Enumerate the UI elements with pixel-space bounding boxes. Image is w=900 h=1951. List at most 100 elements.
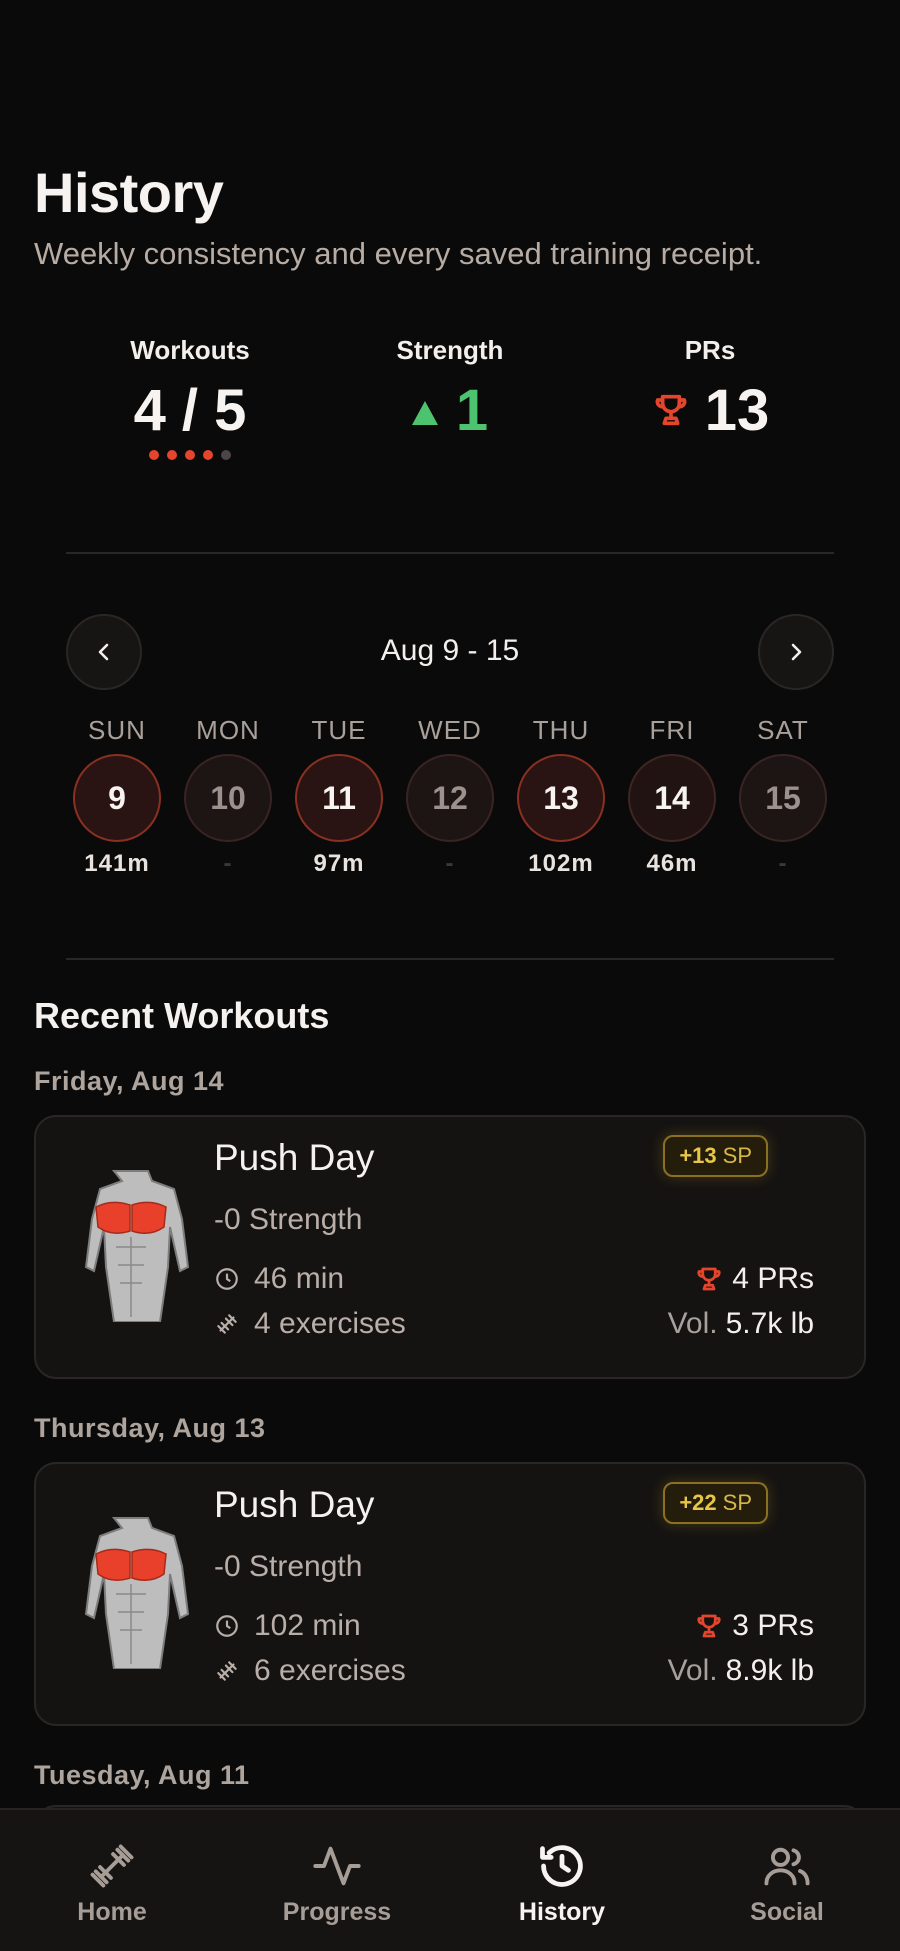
day-fri[interactable]: FRI 14 46m [622, 715, 722, 880]
volume-value: 8.9k lb [725, 1654, 814, 1687]
day-date: 11 [295, 754, 383, 842]
stat-prs-value-row: 13 [590, 377, 830, 443]
week-navigator: Aug 9 - 15 [66, 614, 834, 690]
volume-value: 5.7k lb [725, 1307, 814, 1340]
workout-volume: Vol. 5.7k lb [668, 1307, 814, 1341]
day-minutes: 141m [84, 850, 150, 877]
sp-badge: +22 SP [663, 1482, 768, 1524]
clock-icon [216, 1615, 238, 1637]
sp-unit: SP [722, 1143, 752, 1168]
dumbbell-icon [217, 1661, 237, 1681]
workout-exercises: 4 exercises [254, 1307, 406, 1340]
day-minutes: 97m [313, 850, 365, 877]
date-label: Friday, Aug 14 [34, 1066, 225, 1096]
day-name: FRI [649, 715, 695, 745]
workout-strength: -0 Strength [214, 1550, 363, 1583]
workout-exercises: 6 exercises [254, 1654, 406, 1687]
day-mon[interactable]: MON 10 - [178, 715, 278, 880]
muscle-map-chest [84, 1170, 190, 1322]
day-minutes: - [223, 850, 233, 877]
day-tue[interactable]: TUE 11 97m [289, 715, 389, 880]
day-date: 12 [406, 754, 494, 842]
stat-strength-value: 1 [455, 377, 489, 443]
dumbbell-icon [217, 1314, 237, 1334]
week-range: Aug 9 - 15 [380, 634, 520, 667]
chevron-right-icon [791, 643, 802, 661]
stat-workouts-label: Workouts [130, 335, 250, 365]
muscle-map-chest [84, 1517, 190, 1669]
divider [66, 958, 834, 960]
week-days: SUN 9 141m MON 10 - TUE 11 97m WED 12 - … [0, 715, 900, 890]
tab-label: Progress [282, 1898, 392, 1926]
stat-strength-value-row: 1 [330, 377, 570, 443]
day-date: 14 [628, 754, 716, 842]
sp-unit: SP [722, 1490, 752, 1515]
workout-duration-row: 102 min [214, 1609, 361, 1643]
workout-card[interactable]: Push Day -0 Strength 102 min 6 exercises… [34, 1462, 866, 1726]
sp-value: +13 [679, 1143, 717, 1168]
day-sun[interactable]: SUN 9 141m [67, 715, 167, 880]
workout-progress-dots [70, 450, 310, 460]
next-week-button[interactable] [758, 614, 834, 690]
day-minutes: - [778, 850, 788, 877]
workout-exercises-row: 6 exercises [214, 1654, 406, 1688]
workout-strength: -0 Strength [214, 1203, 363, 1236]
page-subtitle: Weekly consistency and every saved train… [34, 236, 763, 271]
day-date: 9 [73, 754, 161, 842]
day-name: SUN [88, 715, 146, 745]
progress-dot [149, 450, 159, 460]
day-sat[interactable]: SAT 15 - [733, 715, 833, 880]
progress-dot [221, 450, 231, 460]
workout-prs-count: 4 PRs [732, 1262, 814, 1295]
workout-card[interactable]: Push Day -0 Strength 46 min 4 exercises … [34, 1115, 866, 1379]
weekly-stats: Workouts 4 / 5 Strength 1 PRs 13 [0, 335, 900, 485]
tab-label: History [518, 1898, 606, 1926]
day-minutes: - [445, 850, 455, 877]
date-label: Thursday, Aug 13 [34, 1413, 266, 1443]
workout-duration: 102 min [254, 1609, 361, 1642]
tab-label: Home [77, 1898, 147, 1926]
workout-duration-row: 46 min [214, 1262, 344, 1296]
page-title: History [34, 161, 224, 224]
trophy-icon [697, 1267, 721, 1291]
date-label: Tuesday, Aug 11 [34, 1760, 250, 1790]
day-wed[interactable]: WED 12 - [400, 715, 500, 880]
day-name: THU [532, 715, 590, 745]
tab-history[interactable]: History [482, 1840, 642, 1927]
clock-icon [216, 1268, 238, 1290]
trophy-icon [655, 394, 687, 426]
tab-label: Social [750, 1898, 824, 1926]
progress-dot [167, 450, 177, 460]
pulse-icon [313, 1846, 361, 1886]
day-minutes: 46m [646, 850, 698, 877]
tab-bar: Home Progress History Social [0, 1808, 900, 1951]
day-thu[interactable]: THU 13 102m [511, 715, 611, 880]
stat-workouts: Workouts 4 / 5 [70, 335, 310, 460]
progress-dot [203, 450, 213, 460]
workout-prs: 4 PRs [694, 1262, 814, 1296]
trophy-icon [697, 1614, 721, 1638]
volume-label: Vol. [667, 1307, 718, 1340]
divider [66, 552, 834, 554]
dumbbell-icon [90, 1844, 134, 1888]
sp-badge: +13 SP [663, 1135, 768, 1177]
recent-workouts-title: Recent Workouts [34, 995, 330, 1036]
day-date: 13 [517, 754, 605, 842]
progress-dot [185, 450, 195, 460]
day-name: MON [196, 715, 260, 745]
tab-progress[interactable]: Progress [257, 1840, 417, 1927]
stat-strength: Strength 1 [330, 335, 570, 443]
tab-social[interactable]: Social [707, 1840, 867, 1927]
workout-title: Push Day [214, 1484, 375, 1525]
stat-prs-value: 13 [704, 377, 770, 443]
workout-title: Push Day [214, 1137, 375, 1178]
history-icon [540, 1845, 583, 1887]
up-triangle-icon [411, 401, 438, 425]
tab-home[interactable]: Home [32, 1840, 192, 1927]
stat-prs-label: PRs [684, 335, 736, 365]
workout-prs-count: 3 PRs [732, 1609, 814, 1642]
workout-exercises-row: 4 exercises [214, 1307, 406, 1341]
day-name: WED [418, 715, 482, 745]
stat-workouts-value: 4 / 5 [133, 377, 247, 443]
stat-prs: PRs 13 [590, 335, 830, 443]
